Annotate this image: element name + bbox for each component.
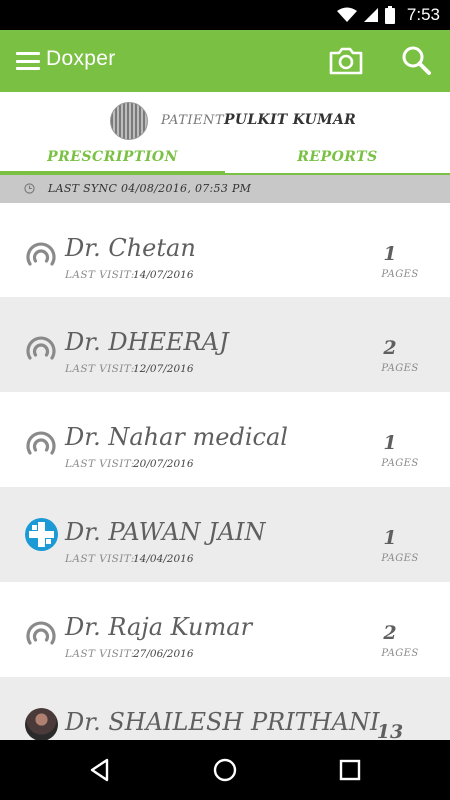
doctor-name: Dr. Nahar medical <box>65 423 288 451</box>
app-bar: Doxper <box>0 30 450 92</box>
last-visit-label: LAST VISIT: <box>65 269 135 281</box>
home-icon[interactable] <box>211 756 239 784</box>
doctor-name: Dr. Raja Kumar <box>65 613 253 641</box>
pages-label: PAGES <box>381 363 419 374</box>
doctor-row[interactable]: Dr. PAWAN JAIN LAST VISIT: 14/04/2016 1 … <box>0 487 450 582</box>
doctor-name: Dr. PAWAN JAIN <box>65 518 266 546</box>
pages-count: 1 <box>383 527 397 549</box>
pages-label: PAGES <box>381 269 419 280</box>
patient-name: PULKIT KUMAR <box>224 112 357 128</box>
patient-header: PATIENT PULKIT KUMAR <box>0 92 450 152</box>
doctor-row[interactable]: Dr. Chetan LAST VISIT: 14/07/2016 1 PAGE… <box>0 203 450 297</box>
status-icons: 7:53 <box>336 5 440 25</box>
last-visit-label: LAST VISIT: <box>65 553 135 565</box>
back-icon[interactable] <box>86 756 114 784</box>
last-visit-date: 20/07/2016 <box>133 458 194 470</box>
search-icon[interactable] <box>401 45 431 75</box>
menu-icon[interactable] <box>16 52 40 70</box>
battery-icon <box>384 6 395 24</box>
sync-bar: LAST SYNC 04/08/2016, 07:53 PM <box>0 175 450 203</box>
patient-label: PATIENT <box>161 113 225 128</box>
status-time: 7:53 <box>406 5 440 24</box>
tab-reports[interactable]: REPORTS <box>225 145 450 175</box>
doctor-row[interactable]: Dr. DHEERAJ LAST VISIT: 12/07/2016 2 PAG… <box>0 297 450 392</box>
last-visit-label: LAST VISIT: <box>65 648 135 660</box>
recents-icon[interactable] <box>336 756 364 784</box>
cellular-icon <box>363 8 378 22</box>
nav-bar <box>0 740 450 800</box>
doctor-row[interactable]: Dr. Raja Kumar LAST VISIT: 27/06/2016 2 … <box>0 582 450 677</box>
doctor-name: Dr. Chetan <box>65 234 196 262</box>
clock-icon <box>24 183 35 194</box>
doctor-row[interactable]: Dr. SHAILESH PRITHANI 13 <box>0 677 450 740</box>
pages-count: 2 <box>383 622 397 644</box>
doctor-name: Dr. DHEERAJ <box>65 328 229 356</box>
doctor-photo-avatar <box>25 708 58 740</box>
last-visit-label: LAST VISIT: <box>65 458 135 470</box>
pages-count: 2 <box>383 337 397 359</box>
status-bar: 7:53 <box>0 0 450 30</box>
pages-count: 1 <box>383 432 397 454</box>
app-title: Doxper <box>46 47 116 70</box>
camera-icon[interactable] <box>328 46 364 76</box>
pages-label: PAGES <box>381 553 419 564</box>
doctor-list: Dr. Chetan LAST VISIT: 14/07/2016 1 PAGE… <box>0 203 450 740</box>
doctor-placeholder-icon <box>26 621 56 645</box>
last-visit-date: 27/06/2016 <box>133 648 194 660</box>
tabs: PRESCRIPTION REPORTS <box>0 145 450 175</box>
doctor-placeholder-icon <box>26 242 56 266</box>
doctor-placeholder-icon <box>26 431 56 455</box>
wifi-icon <box>336 7 357 22</box>
clinic-logo-avatar <box>25 518 58 551</box>
pages-label: PAGES <box>381 458 419 469</box>
last-visit-date: 14/07/2016 <box>133 269 194 281</box>
pages-count: 13 <box>376 721 404 740</box>
patient-avatar[interactable] <box>110 102 148 140</box>
pages-count: 1 <box>383 243 397 265</box>
sync-status: LAST SYNC 04/08/2016, 07:53 PM <box>48 182 252 195</box>
doctor-row[interactable]: Dr. Nahar medical LAST VISIT: 20/07/2016… <box>0 392 450 487</box>
doctor-name: Dr. SHAILESH PRITHANI <box>65 708 380 736</box>
last-visit-date: 12/07/2016 <box>133 363 194 375</box>
pages-label: PAGES <box>381 648 419 659</box>
last-visit-label: LAST VISIT: <box>65 363 135 375</box>
last-visit-date: 14/04/2016 <box>133 553 194 565</box>
doctor-placeholder-icon <box>26 336 56 360</box>
